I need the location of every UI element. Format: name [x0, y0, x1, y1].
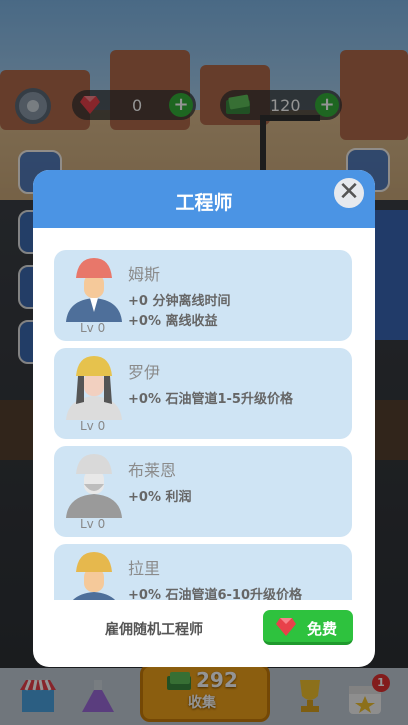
engineer-card[interactable]: Lv 0 罗伊 +0% 石油管道1-5升级价格 [54, 348, 352, 439]
engineer-card[interactable]: Lv 0 姆斯 +0 分钟离线时间 +0% 离线收益 [54, 250, 352, 341]
close-icon[interactable]: ✕ [331, 175, 367, 211]
engineer-avatar-icon [66, 454, 122, 518]
engineer-modal: 工程师 Lv 0 姆斯 +0 分钟离线时间 +0% 离线收益 Lv 0 罗伊 +… [33, 170, 375, 667]
modal-title: 工程师 [175, 192, 233, 214]
engineer-name: 姆斯 [128, 265, 161, 284]
engineer-card[interactable]: Lv 0 布莱恩 +0% 利润 [54, 446, 352, 537]
engineer-card[interactable]: 拉里 +0% 石油管道6-10升级价格 [54, 544, 352, 600]
engineer-avatar-icon [73, 552, 115, 600]
engineer-list[interactable]: Lv 0 姆斯 +0 分钟离线时间 +0% 离线收益 Lv 0 罗伊 +0% 石… [54, 250, 354, 600]
gem-icon [276, 618, 296, 636]
engineer-avatar-icon [66, 258, 122, 322]
free-label: 免费 [307, 620, 338, 638]
engineer-avatar-icon [66, 356, 122, 420]
modal-header: 工程师 [33, 170, 375, 228]
engineer-bonus-1: +0% 利润 [128, 490, 192, 505]
engineer-name: 拉里 [128, 559, 161, 578]
free-hire-button[interactable]: 免费 [263, 610, 353, 645]
engineer-name: 布莱恩 [128, 461, 177, 480]
engineer-bonus-1: +0 分钟离线时间 [128, 294, 231, 309]
engineer-bonus-1: +0% 石油管道6-10升级价格 [128, 588, 303, 600]
engineer-level: Lv 0 [80, 419, 106, 433]
engineer-bonus-2: +0% 离线收益 [128, 314, 218, 329]
engineer-level: Lv 0 [80, 321, 106, 335]
engineer-name: 罗伊 [128, 363, 161, 382]
engineer-bonus-1: +0% 石油管道1-5升级价格 [128, 392, 293, 407]
engineer-level: Lv 0 [80, 517, 106, 531]
hire-random-engineer-label: 雇佣随机工程师 [105, 622, 203, 638]
helmet [76, 258, 112, 278]
